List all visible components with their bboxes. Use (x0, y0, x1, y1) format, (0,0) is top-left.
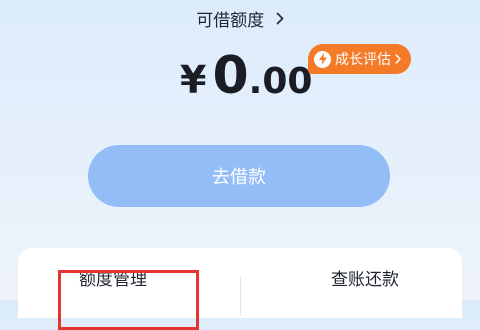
available-credit-link[interactable]: 可借额度 (0, 6, 480, 31)
highlight-box (58, 270, 199, 330)
chevron-right-icon (395, 54, 401, 64)
amount-decimal: .00 (248, 61, 313, 102)
bottom-tab-card: 额度管理 查账还款 (18, 248, 462, 330)
currency-symbol: ¥ (180, 58, 207, 102)
chevron-right-icon (276, 12, 284, 25)
amount-integer: 0 (212, 46, 249, 106)
growth-assessment-badge[interactable]: 成长评估 (308, 44, 411, 74)
lightning-icon (314, 50, 331, 68)
tab-divider (240, 276, 241, 316)
tab-bill-repayment-label: 查账还款 (331, 270, 399, 290)
available-credit-label: 可借额度 (196, 11, 265, 31)
credit-amount: ¥ 0 .00 (180, 46, 312, 106)
borrow-button[interactable]: 去借款 (88, 145, 390, 207)
tab-bill-repayment[interactable]: 查账还款 (270, 260, 460, 300)
growth-assessment-label: 成长评估 (335, 52, 391, 68)
